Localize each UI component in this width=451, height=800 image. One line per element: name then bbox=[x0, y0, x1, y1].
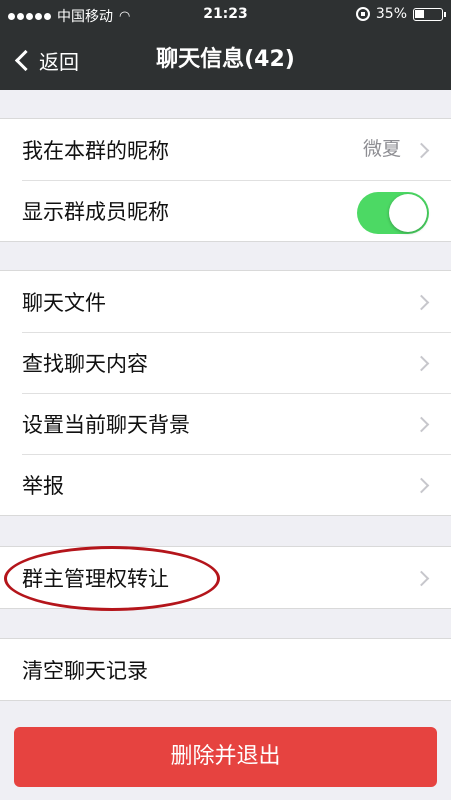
status-bar: 中国移动 ◠ 21:23 35% bbox=[0, 0, 451, 30]
settings-group-nickname: 我在本群的昵称 微夏 显示群成员昵称 bbox=[0, 118, 451, 242]
settings-group-clear: 清空聊天记录 bbox=[0, 638, 451, 701]
battery-icon bbox=[413, 7, 446, 21]
row-label: 群主管理权转让 bbox=[22, 566, 169, 591]
clear-chat-history-row[interactable]: 清空聊天记录 bbox=[0, 639, 451, 700]
row-label: 聊天文件 bbox=[22, 290, 106, 315]
chevron-right-icon bbox=[413, 294, 430, 311]
chevron-right-icon bbox=[413, 355, 430, 372]
search-chat-row[interactable]: 查找聊天内容 bbox=[0, 332, 451, 393]
row-label: 显示群成员昵称 bbox=[22, 199, 169, 224]
row-label: 设置当前聊天背景 bbox=[22, 412, 190, 437]
chevron-right-icon bbox=[413, 142, 430, 159]
chevron-right-icon bbox=[413, 416, 430, 433]
my-group-nickname-row[interactable]: 我在本群的昵称 微夏 bbox=[0, 119, 451, 180]
orientation-lock-icon bbox=[355, 7, 370, 21]
row-label: 清空聊天记录 bbox=[22, 658, 148, 683]
report-row[interactable]: 举报 bbox=[0, 454, 451, 515]
show-nickname-toggle[interactable] bbox=[357, 192, 429, 234]
toggle-knob bbox=[389, 194, 427, 232]
transfer-ownership-row[interactable]: 群主管理权转让 bbox=[0, 547, 451, 608]
nav-bar: 返回 聊天信息(42) bbox=[0, 30, 451, 90]
nickname-value: 微夏 bbox=[362, 138, 401, 160]
delete-and-exit-button[interactable]: 删除并退出 bbox=[14, 727, 437, 787]
show-member-nickname-row: 显示群成员昵称 bbox=[0, 180, 451, 241]
row-label: 查找聊天内容 bbox=[22, 351, 148, 376]
settings-group-chat: 聊天文件 查找聊天内容 设置当前聊天背景 举报 bbox=[0, 270, 451, 516]
row-label: 举报 bbox=[22, 473, 64, 498]
chevron-right-icon bbox=[413, 477, 430, 494]
chat-files-row[interactable]: 聊天文件 bbox=[0, 271, 451, 332]
status-right: 35% bbox=[355, 6, 446, 22]
row-label: 我在本群的昵称 bbox=[22, 138, 169, 163]
chevron-right-icon bbox=[413, 570, 430, 587]
chat-background-row[interactable]: 设置当前聊天背景 bbox=[0, 393, 451, 454]
settings-group-owner: 群主管理权转让 bbox=[0, 546, 451, 609]
battery-percent: 35% bbox=[375, 6, 407, 22]
page-title: 聊天信息(42) bbox=[156, 47, 295, 72]
